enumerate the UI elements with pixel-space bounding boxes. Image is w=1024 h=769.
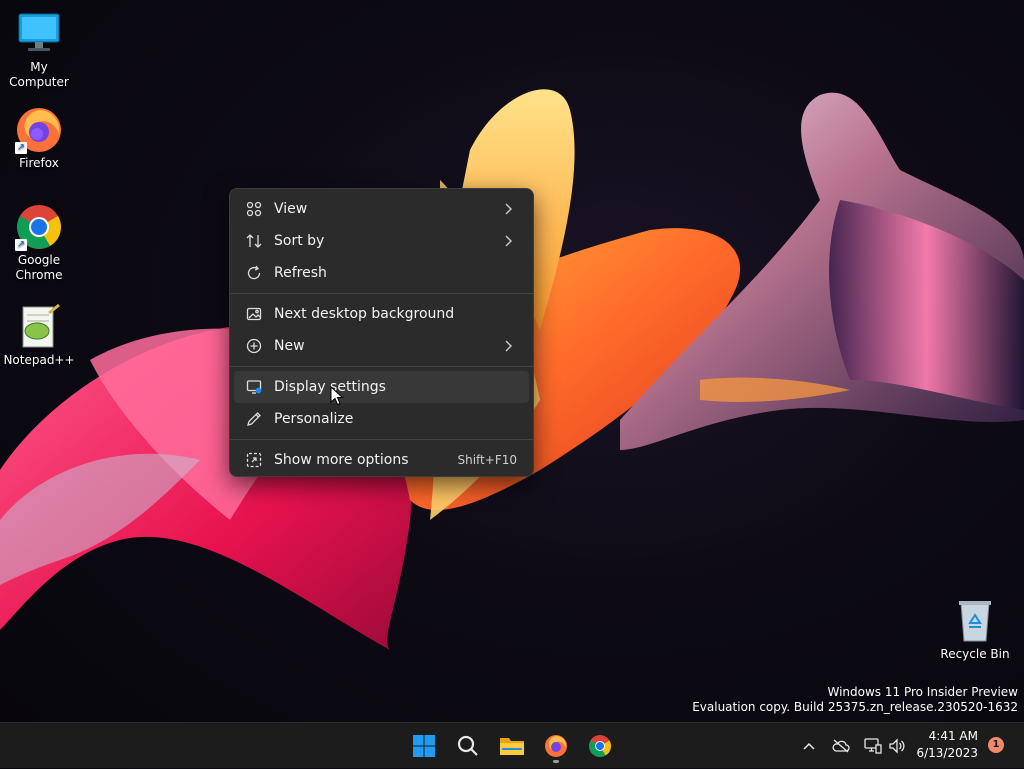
file-explorer-button[interactable] xyxy=(495,729,529,763)
desktop-icon-my-computer[interactable]: My Computer xyxy=(0,10,79,90)
firefox-icon: ↗ xyxy=(15,106,63,154)
menu-item-show-more-options[interactable]: Show more options Shift+F10 xyxy=(234,444,529,476)
notepadpp-icon xyxy=(15,303,63,351)
menu-item-view[interactable]: View xyxy=(234,193,529,225)
watermark-build: Evaluation copy. Build 25375.zn_release.… xyxy=(692,700,1018,714)
desktop-icon-label: My Computer xyxy=(9,60,69,89)
menu-item-shortcut: Shift+F10 xyxy=(457,453,517,467)
menu-item-label: Sort by xyxy=(274,233,325,249)
display-icon xyxy=(243,376,265,398)
taskbar: 4:41 AM 6/13/2023 1 xyxy=(0,722,1024,768)
pen-icon xyxy=(243,408,265,430)
more-options-icon xyxy=(243,449,265,471)
running-indicator xyxy=(553,760,559,763)
onedrive-offline-icon xyxy=(832,739,850,753)
monitor-icon xyxy=(15,10,63,58)
menu-item-new[interactable]: New xyxy=(234,330,529,362)
sort-icon xyxy=(243,230,265,252)
mouse-cursor-icon xyxy=(330,386,344,406)
desktop-icon-notepadpp[interactable]: Notepad++ xyxy=(0,303,79,368)
volume-icon xyxy=(889,738,905,754)
start-button[interactable] xyxy=(407,729,441,763)
desktop-icon-label: Firefox xyxy=(19,156,59,170)
refresh-icon xyxy=(243,262,265,284)
shortcut-arrow-icon: ↗ xyxy=(15,142,27,154)
windows-watermark: Windows 11 Pro Insider Preview Evaluatio… xyxy=(692,685,1018,715)
clock-time: 4:41 AM xyxy=(928,729,978,743)
show-hidden-icons-button[interactable] xyxy=(800,723,818,769)
desktop-icon-label: Notepad++ xyxy=(3,353,75,367)
taskbar-clock[interactable]: 4:41 AM 6/13/2023 xyxy=(916,728,978,762)
menu-item-label: Personalize xyxy=(274,411,354,427)
menu-item-label: Refresh xyxy=(274,265,327,281)
search-icon xyxy=(457,735,478,756)
network-icon xyxy=(864,738,882,754)
start-icon xyxy=(413,735,435,757)
new-icon xyxy=(243,335,265,357)
shortcut-arrow-icon: ↗ xyxy=(15,239,27,251)
desktop-icon-recycle-bin[interactable]: Recycle Bin xyxy=(935,597,1015,662)
taskbar-firefox-button[interactable] xyxy=(539,729,573,763)
volume-tray-button[interactable] xyxy=(886,723,908,769)
chevron-right-icon xyxy=(505,340,512,352)
firefox-icon xyxy=(545,735,567,757)
menu-item-personalize[interactable]: Personalize xyxy=(234,403,529,435)
clock-date: 6/13/2023 xyxy=(916,746,978,760)
menu-separator xyxy=(230,293,533,294)
search-button[interactable] xyxy=(451,729,485,763)
menu-item-label: Next desktop background xyxy=(274,306,455,322)
chevron-right-icon xyxy=(505,235,512,247)
menu-item-refresh[interactable]: Refresh xyxy=(234,257,529,289)
chrome-icon: ↗ xyxy=(15,203,63,251)
menu-item-display-settings[interactable]: Display settings xyxy=(234,371,529,403)
menu-item-label: New xyxy=(274,338,305,354)
taskbar-chrome-button[interactable] xyxy=(583,729,617,763)
menu-item-label: Show more options xyxy=(274,452,409,468)
desktop-context-menu: View Sort by Refresh Next desktop backgr… xyxy=(229,188,534,477)
recycle-bin-icon xyxy=(951,597,999,645)
chevron-right-icon xyxy=(505,203,512,215)
network-tray-button[interactable] xyxy=(862,723,884,769)
chevron-up-icon xyxy=(803,742,815,750)
menu-item-next-desktop-background[interactable]: Next desktop background xyxy=(234,298,529,330)
desktop-icon-label: Recycle Bin xyxy=(940,647,1010,661)
menu-separator xyxy=(230,366,533,367)
onedrive-tray-button[interactable] xyxy=(830,723,852,769)
desktop-icon-firefox[interactable]: ↗ Firefox xyxy=(0,106,79,171)
menu-separator xyxy=(230,439,533,440)
menu-item-label: View xyxy=(274,201,308,217)
watermark-edition: Windows 11 Pro Insider Preview xyxy=(827,685,1018,699)
background-icon xyxy=(243,303,265,325)
file-explorer-icon xyxy=(500,738,524,755)
view-grid-icon xyxy=(243,198,265,220)
notification-badge[interactable]: 1 xyxy=(988,737,1004,753)
chrome-icon xyxy=(589,735,611,757)
desktop-icon-label: Google Chrome xyxy=(15,253,63,282)
desktop-icon-google-chrome[interactable]: ↗ Google Chrome xyxy=(0,203,79,283)
menu-item-sort-by[interactable]: Sort by xyxy=(234,225,529,257)
